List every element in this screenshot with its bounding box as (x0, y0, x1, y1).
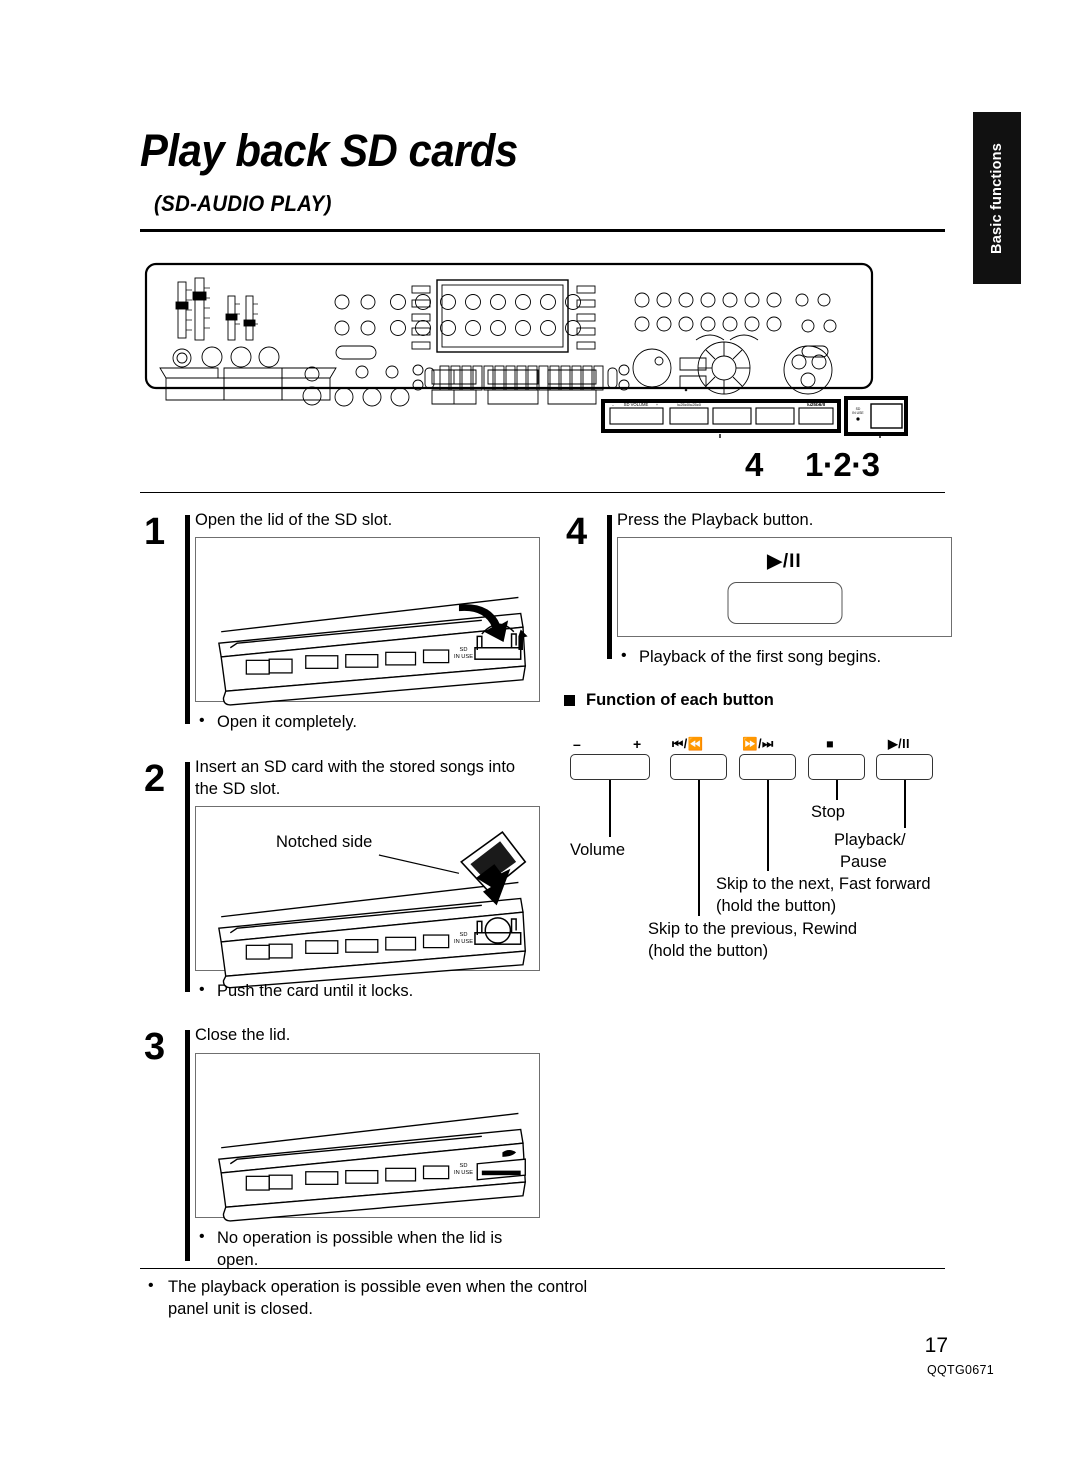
step-3-bar (185, 1030, 190, 1262)
page-subtitle: (SD-AUDIO PLAY) (154, 191, 332, 216)
volume-label: Volume (570, 840, 626, 859)
playback-symbol: ▶/II (767, 551, 802, 573)
side-tab-label: Basic functions (989, 142, 1005, 254)
playback-pause-label-line1: Playback/ (834, 830, 906, 849)
step-4: 4 Press the Playback button. ▶/II Playba… (562, 509, 952, 669)
device-panel-illustration: SD VOLUME – + \u25c0\u25c0 \u25b6/II SD … (140, 258, 945, 452)
step-4-note: Playback of the first song begins. (617, 645, 952, 668)
next-fastforward-label-line2: (hold the button) (716, 896, 837, 915)
volume-leader-line (609, 779, 611, 837)
step-3: 3 Close the lid. SD IN USE • No operatio… (140, 1024, 540, 1271)
svg-text:SD: SD (460, 647, 468, 653)
footer-divider (140, 1268, 945, 1269)
step-1-title: Open the lid of the SD slot. (195, 511, 393, 529)
step-3-figure: SD IN USE (195, 1052, 540, 1222)
step-1: 1 Open the lid of the SD slot. SD IN USE… (140, 509, 540, 734)
step-2-note: Push the card until it locks. (195, 979, 540, 1002)
volume-button[interactable] (570, 753, 650, 780)
step-3-title: Close the lid. (195, 1026, 291, 1045)
step-2-bar (185, 761, 190, 993)
step-4-figure: ▶/II (617, 537, 952, 638)
page-title: Play back SD cards (140, 125, 518, 176)
step-1-bar (185, 515, 190, 724)
step-2: 2 Insert an SD card with the stored song… (140, 756, 540, 1003)
step-1-note: Open it completely. (195, 710, 540, 733)
svg-text:SD: SD (460, 1163, 468, 1169)
document-id: QQTG0671 (926, 1363, 994, 1377)
previous-rewind-label-line2: (hold the button) (648, 941, 769, 960)
volume-minus-sign: – (573, 735, 581, 752)
svg-text:SD VOLUME: SD VOLUME (624, 402, 649, 407)
control-panel-drawing: SD VOLUME – + \u25c0\u25c0 \u25b6/II SD … (144, 262, 908, 452)
header-divider (140, 229, 945, 232)
playback-pause-icon: ▶/II (888, 736, 911, 751)
callout-4: 4 (745, 446, 764, 483)
stop-icon: ■ (826, 736, 835, 751)
step-2-title: Insert an SD card with the stored songs … (195, 757, 516, 798)
notched-side-label: Notched side (276, 833, 373, 852)
sd-slot-open-lid-drawing: SD IN USE (218, 597, 528, 706)
svg-text:IN USE: IN USE (454, 654, 473, 660)
next-fastforward-button[interactable] (739, 753, 796, 780)
content-top-divider (140, 492, 945, 493)
page-header: Play back SD cards (SD-AUDIO PLAY) (140, 128, 945, 232)
step-4-bar (607, 515, 612, 659)
button-function-map: – + Volume ⏮/⏪ Skip to the previous, Rew… (562, 736, 952, 1006)
stop-button[interactable] (808, 753, 865, 780)
playback-pause-leader-line (904, 779, 906, 828)
step-3-note: No operation is possible when the lid is… (195, 1226, 540, 1272)
stop-label: Stop (811, 802, 845, 821)
playback-button-shape[interactable] (727, 582, 842, 625)
side-tab-basic-functions: Basic functions (973, 112, 1021, 284)
step-2-number: 2 (144, 757, 166, 800)
previous-rewind-button[interactable] (670, 753, 727, 780)
step-4-number: 4 (566, 511, 588, 553)
step-3-number: 3 (144, 1026, 166, 1069)
step-1-figure: SD IN USE (195, 537, 540, 706)
playback-pause-button[interactable] (876, 753, 933, 780)
step-2-figure: Notched side SD IN USE (195, 806, 540, 989)
next-fastforward-icon: ⏩/⏭ (742, 736, 774, 751)
step-1-number: 1 (144, 511, 166, 553)
step-4-title: Press the Playback button. (617, 511, 814, 529)
svg-text:SD: SD (460, 932, 468, 938)
next-fastforward-leader-line (767, 779, 769, 871)
svg-text:–: – (612, 403, 614, 407)
svg-text:IN USE: IN USE (454, 939, 473, 945)
playback-pause-label-line2: Pause (840, 852, 887, 871)
footer-note: The playback operation is possible even … (146, 1275, 626, 1321)
steps-column-right: 4 Press the Playback button. ▶/II Playba… (562, 503, 952, 1006)
previous-rewind-icon: ⏮/⏪ (672, 736, 704, 751)
stop-leader-line (836, 779, 838, 800)
svg-text:\u25b6/II: \u25b6/II (807, 402, 825, 407)
sd-slot-closed-lid-drawing: SD IN USE (218, 1112, 527, 1222)
panel-callouts: 4 1·2·3 (700, 443, 945, 485)
svg-text:\u25c0\u25c0: \u25c0\u25c0 (677, 402, 702, 407)
svg-text:IN USE: IN USE (852, 411, 864, 415)
callout-123: 1·2·3 (805, 446, 880, 483)
function-section-heading: Function of each button (562, 691, 952, 710)
next-fastforward-label-line1: Skip to the next, Fast forward (716, 874, 931, 893)
steps-column-left: 1 Open the lid of the SD slot. SD IN USE… (140, 503, 540, 1273)
previous-rewind-label-line1: Skip to the previous, Rewind (648, 919, 858, 938)
svg-text:+: + (656, 403, 658, 407)
svg-text:IN USE: IN USE (454, 1170, 473, 1176)
page-number: 17 (924, 1334, 948, 1357)
volume-plus-sign: + (633, 735, 642, 752)
previous-rewind-leader-line (698, 779, 700, 916)
